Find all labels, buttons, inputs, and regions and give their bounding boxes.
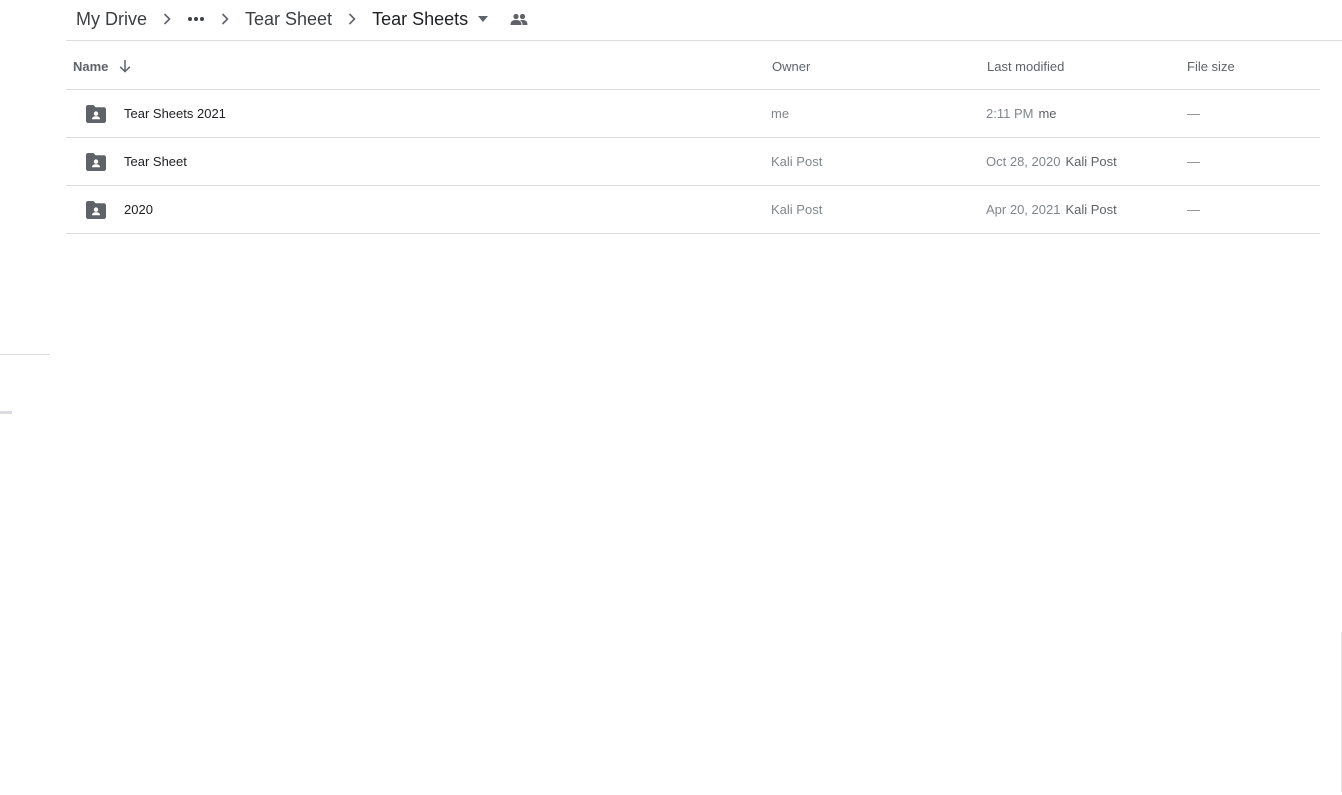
table-row[interactable]: Tear Sheets 2021 me 2:11 PM me — bbox=[66, 90, 1320, 138]
breadcrumb-current-folder[interactable]: Tear Sheets bbox=[372, 7, 468, 31]
column-header-name-label: Name bbox=[73, 58, 109, 74]
more-horiz-icon[interactable] bbox=[187, 7, 205, 31]
drive-folder-view: My Drive Tear Sheet Tear Sheets Name Own… bbox=[0, 0, 1342, 795]
modified-date: 2:11 PM bbox=[986, 106, 1034, 121]
arrow-down-icon[interactable] bbox=[118, 59, 132, 73]
shared-folder-icon bbox=[86, 138, 106, 185]
file-name: Tear Sheets 2021 bbox=[124, 106, 226, 121]
file-owner: me bbox=[771, 106, 790, 121]
chevron-right-icon bbox=[205, 7, 245, 31]
people-icon[interactable] bbox=[510, 13, 528, 25]
shared-folder-icon bbox=[86, 90, 106, 137]
column-header-owner: Owner bbox=[772, 58, 811, 74]
shared-folder-icon bbox=[86, 186, 106, 233]
modified-date: Apr 20, 2021 bbox=[986, 202, 1061, 217]
column-header-last-modified[interactable]: Last modified bbox=[987, 42, 1064, 90]
file-size: — bbox=[1187, 154, 1200, 169]
file-size: — bbox=[1187, 106, 1200, 121]
file-last-modified: 2:11 PM me bbox=[986, 90, 1057, 137]
file-owner: Kali Post bbox=[771, 202, 823, 217]
sidebar-storage-bar bbox=[0, 411, 12, 414]
chevron-right-icon bbox=[332, 7, 372, 31]
table-row[interactable]: 2020 Kali Post Apr 20, 2021 Kali Post — bbox=[66, 186, 1320, 234]
breadcrumb-parent-folder[interactable]: Tear Sheet bbox=[245, 7, 332, 31]
file-name: Tear Sheet bbox=[124, 154, 187, 169]
modified-by: Kali Post bbox=[1065, 154, 1117, 169]
chevron-right-icon bbox=[147, 7, 187, 31]
breadcrumb-header: My Drive Tear Sheet Tear Sheets bbox=[66, 0, 1342, 41]
file-last-modified: Apr 20, 2021 Kali Post bbox=[986, 186, 1117, 233]
modified-by: Kali Post bbox=[1065, 202, 1117, 217]
file-list: Name Owner Last modified File size Tear … bbox=[66, 42, 1320, 234]
modified-by: me bbox=[1038, 106, 1057, 121]
file-size: — bbox=[1187, 202, 1200, 217]
column-header-file-size[interactable]: File size bbox=[1187, 42, 1235, 90]
caret-down-icon[interactable] bbox=[478, 16, 489, 22]
breadcrumb: My Drive Tear Sheet Tear Sheets bbox=[76, 0, 528, 38]
table-row[interactable]: Tear Sheet Kali Post Oct 28, 2020 Kali P… bbox=[66, 138, 1320, 186]
column-header-name[interactable]: Name bbox=[73, 42, 132, 90]
file-list-header: Name Owner Last modified File size bbox=[66, 42, 1320, 90]
file-last-modified: Oct 28, 2020 Kali Post bbox=[986, 138, 1117, 185]
file-name: 2020 bbox=[124, 202, 153, 217]
file-owner: Kali Post bbox=[771, 154, 823, 169]
sidebar-divider bbox=[0, 354, 50, 355]
modified-date: Oct 28, 2020 bbox=[986, 154, 1061, 169]
breadcrumb-my-drive[interactable]: My Drive bbox=[76, 7, 147, 31]
